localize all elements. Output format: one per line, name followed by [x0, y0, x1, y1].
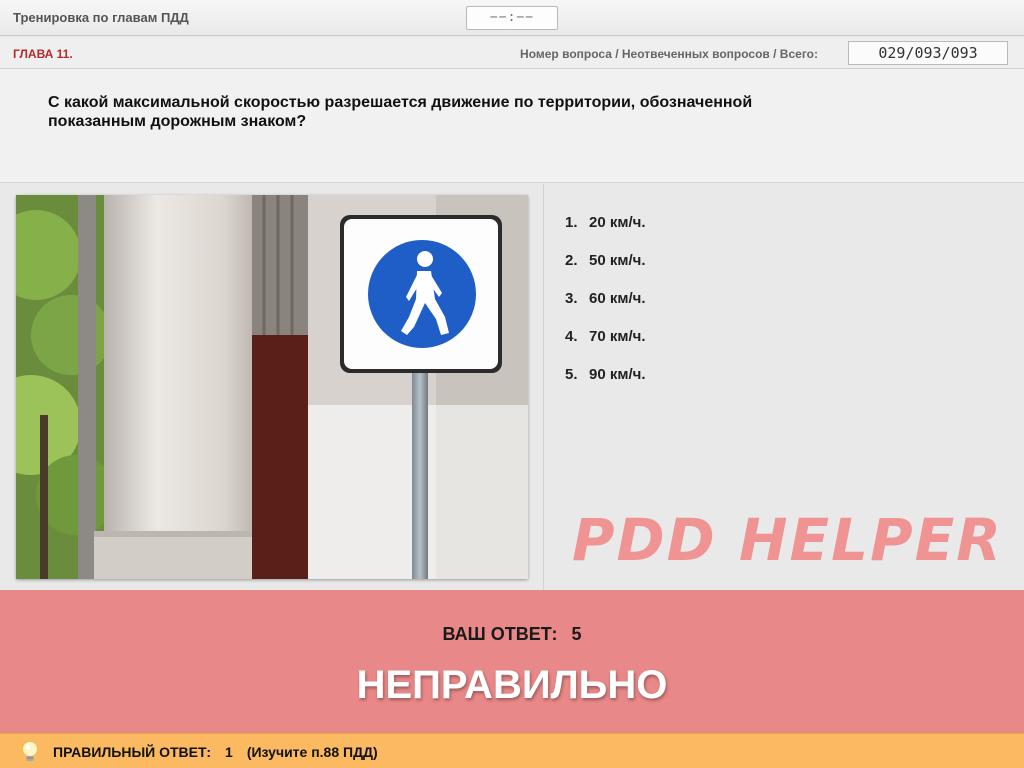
correct-answer: ПРАВИЛЬНЫЙ ОТВЕТ: 1 (Изучите п.88 ПДД)	[53, 744, 378, 760]
question-area: С какой максимальной скоростью разрешает…	[0, 69, 1024, 183]
answer-number: 4.	[565, 328, 578, 345]
answer-option-3[interactable]: 3. 60 км/ч.	[565, 290, 646, 328]
answer-option-1[interactable]: 1. 20 км/ч.	[565, 214, 646, 252]
panel-divider	[543, 184, 544, 590]
answer-number: 1.	[565, 214, 578, 231]
your-answer: ВАШ ОТВЕТ: 5	[0, 624, 1024, 645]
chapter-bar: ГЛАВА 11. Номер вопроса / Неотвеченных в…	[0, 37, 1024, 69]
your-answer-label: ВАШ ОТВЕТ:	[442, 624, 558, 644]
correct-answer-label: ПРАВИЛЬНЫЙ ОТВЕТ:	[53, 744, 212, 760]
question-image	[16, 195, 528, 579]
question-text: С какой максимальной скоростью разрешает…	[48, 94, 753, 130]
answer-number: 3.	[565, 290, 578, 307]
answer-number: 5.	[565, 366, 578, 383]
answer-label: 90 км/ч.	[589, 366, 646, 383]
result-panel: ВАШ ОТВЕТ: 5 НЕПРАВИЛЬНО	[0, 590, 1024, 733]
answer-option-2[interactable]: 2. 50 км/ч.	[565, 252, 646, 290]
app-title: Тренировка по главам ПДД	[13, 10, 189, 25]
answer-number: 2.	[565, 252, 578, 269]
your-answer-value: 5	[571, 624, 582, 644]
title-bar: Тренировка по главам ПДД −−:−−	[0, 0, 1024, 36]
answer-label: 60 км/ч.	[589, 290, 646, 307]
correct-answer-bar: ПРАВИЛЬНЫЙ ОТВЕТ: 1 (Изучите п.88 ПДД)	[0, 733, 1024, 768]
answer-option-5[interactable]: 5. 90 км/ч.	[565, 366, 646, 404]
question-counter: 029/093/093	[848, 41, 1008, 65]
answer-label: 50 км/ч.	[589, 252, 646, 269]
chapter-label: ГЛАВА 11.	[13, 47, 73, 61]
verdict-text: НЕПРАВИЛЬНО	[356, 663, 668, 707]
answer-list: 1. 20 км/ч. 2. 50 км/ч. 3. 60 км/ч. 4. 70 км…	[565, 214, 646, 404]
lightbulb-icon	[22, 741, 38, 761]
main-area: 1. 20 км/ч. 2. 50 км/ч. 3. 60 км/ч. 4. 70 км…	[0, 184, 1024, 590]
answer-label: 20 км/ч.	[589, 214, 646, 231]
answer-option-4[interactable]: 4. 70 км/ч.	[565, 328, 646, 366]
answer-label: 70 км/ч.	[589, 328, 646, 345]
question-counter-label: Номер вопроса / Неотвеченных вопросов / …	[520, 47, 818, 61]
pedestrian-zone-sign-photo	[16, 195, 528, 579]
timer-display: −−:−−	[466, 6, 558, 30]
watermark-logo: PDD HELPER	[572, 506, 1003, 574]
rule-reference: (Изучите п.88 ПДД)	[246, 744, 378, 760]
correct-answer-value: 1	[225, 744, 233, 760]
